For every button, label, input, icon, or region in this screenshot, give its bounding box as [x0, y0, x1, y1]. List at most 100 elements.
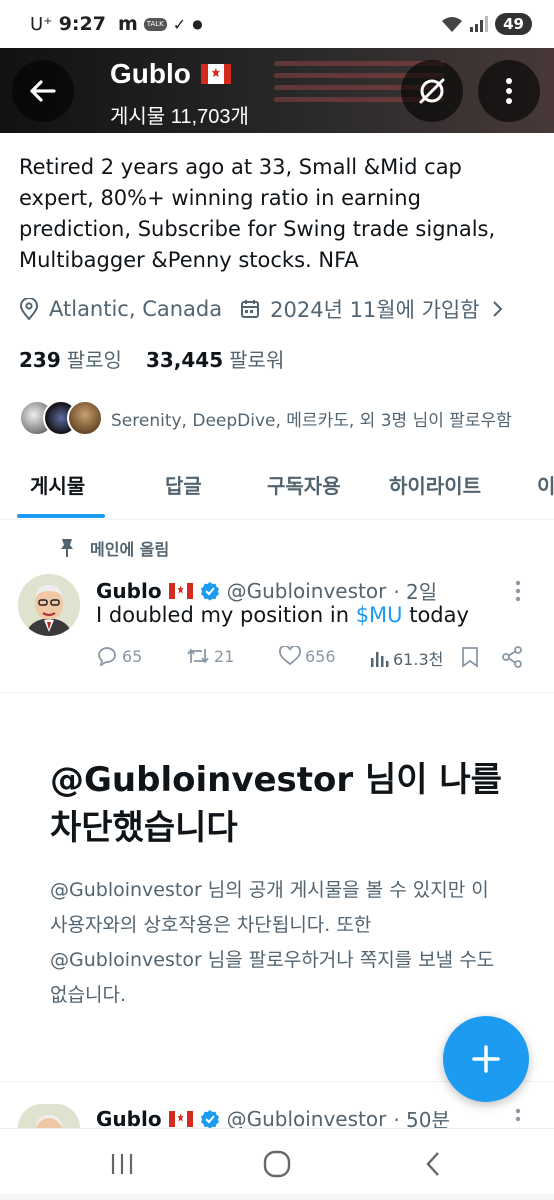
more-vertical-icon [515, 1108, 521, 1122]
battery-indicator: 49 [495, 13, 532, 35]
tab-next[interactable]: 이 [537, 470, 554, 499]
tweet-avatar[interactable] [18, 1104, 80, 1128]
tab-posts[interactable]: 게시물 [30, 470, 85, 499]
avatar [67, 400, 103, 436]
like-count: 656 [305, 646, 336, 666]
divider [0, 692, 554, 693]
join-date[interactable]: 2024년 11월에 가입함 [240, 294, 503, 324]
location-pin-icon [19, 298, 39, 320]
bookmark-button[interactable] [461, 646, 479, 668]
cashtag-link[interactable]: $MU [356, 603, 403, 627]
chevron-left-icon [426, 1152, 439, 1176]
android-nav-bar [0, 1128, 554, 1200]
tweet-handle[interactable]: @Gubloinvestor [227, 1107, 387, 1131]
carrier-label: U⁺ [30, 13, 53, 35]
like-button[interactable]: 656 [279, 646, 336, 666]
share-button[interactable] [501, 646, 523, 668]
tweet-actions: 65 21 656 61.3천 [96, 646, 526, 674]
chevron-right-icon [492, 301, 502, 317]
followers-label: 팔로워 [229, 348, 285, 372]
talk-icon: TALK [143, 17, 167, 31]
profile-meta: Atlantic, Canada 2024년 11월에 가입함 [19, 294, 522, 324]
header-name-text: Gublo [110, 58, 191, 89]
home-button[interactable] [257, 1147, 297, 1181]
tab-subscriptions[interactable]: 구독자용 [267, 470, 341, 499]
tweet-more-button[interactable] [514, 580, 522, 602]
status-right: 49 [441, 13, 532, 35]
reply-count: 65 [122, 646, 143, 666]
active-tab-indicator [17, 514, 105, 518]
retweet-icon [187, 648, 209, 664]
verified-badge-icon [200, 581, 219, 600]
followed-by-text: Serenity, DeepDive, 메르카도, 외 3명 님이 팔로우함 [111, 410, 512, 431]
retweet-count: 21 [214, 646, 235, 666]
followed-by-row[interactable]: Serenity, DeepDive, 메르카도, 외 3명 님이 팔로우함 [19, 400, 512, 436]
location: Atlantic, Canada [19, 297, 222, 321]
back-nav-button[interactable] [413, 1147, 453, 1181]
verified-badge-icon [200, 1109, 219, 1128]
compose-button[interactable] [443, 1016, 529, 1102]
reply-icon [98, 647, 116, 666]
location-text: Atlantic, Canada [49, 297, 223, 321]
views-chart-icon [371, 652, 389, 667]
canada-flag-icon [168, 582, 193, 599]
profile-header: Gublo 게시물 11,703개 [0, 48, 554, 133]
pinned-label: 메인에 올림 [90, 540, 170, 559]
buffett-avatar-icon [18, 574, 80, 636]
more-vertical-icon [506, 78, 512, 104]
tweet-handle[interactable]: @Gubloinvestor [227, 579, 387, 603]
tweet-author-name[interactable]: Gublo [96, 579, 162, 603]
header-posts-count: 게시물 11,703개 [110, 106, 249, 128]
tab-highlights[interactable]: 하이라이트 [389, 470, 481, 499]
content-peek [0, 1194, 554, 1200]
following-label: 팔로잉 [66, 348, 122, 372]
notification-dot-icon: ● [192, 17, 203, 31]
tab-replies[interactable]: 답글 [165, 470, 202, 499]
header-name: Gublo [110, 58, 231, 90]
home-circle-icon [263, 1150, 291, 1178]
wifi-icon [442, 17, 463, 32]
status-bar: U⁺ 9:27 m TALK ✓ ● 49 [0, 0, 554, 48]
buffett-avatar-icon [18, 1104, 80, 1128]
tweet-more-button[interactable] [514, 1108, 522, 1124]
retweet-button[interactable]: 21 [186, 646, 234, 666]
tweet-author-name[interactable]: Gublo [96, 1107, 162, 1131]
canada-flag-icon [168, 1110, 193, 1127]
pinned-indicator: 메인에 올림 [58, 536, 169, 560]
more-options-button[interactable] [478, 60, 540, 122]
calendar-icon [241, 300, 260, 318]
signal-icon [470, 16, 489, 32]
reply-button[interactable]: 65 [96, 646, 142, 666]
follow-stats: 239 팔로잉 33,445 팔로워 [19, 344, 284, 373]
tweet-header: Gublo @Gubloinvestor · 2일 [96, 576, 437, 605]
blocked-title: @Gubloinvestor 님이 나를 차단했습니다 [50, 760, 502, 848]
clock: 9:27 [58, 13, 106, 35]
pin-icon [61, 539, 73, 557]
arrow-left-icon [30, 80, 56, 102]
followers-link[interactable]: 33,445 팔로워 [146, 344, 284, 373]
follower-avatars [19, 400, 103, 436]
grok-button[interactable] [401, 60, 463, 122]
plus-icon [472, 1045, 500, 1073]
back-button[interactable] [12, 60, 74, 122]
following-count: 239 [19, 348, 61, 372]
recent-apps-icon [111, 1154, 133, 1174]
blocked-description: @Gubloinvestor 님의 공개 게시물을 볼 수 있지만 이 사용자와… [50, 879, 495, 1006]
status-left: U⁺ 9:27 m TALK ✓ ● [30, 13, 203, 35]
more-vertical-icon [515, 580, 521, 602]
tweet-text: I doubled my position in $MU today [96, 603, 469, 627]
join-date-text: 2024년 11월에 가입함 [270, 298, 480, 322]
download-check-icon: ✓ [172, 14, 187, 34]
following-link[interactable]: 239 팔로잉 [19, 344, 122, 373]
profile-bio: Retired 2 years ago at 33, Small &Mid ca… [19, 155, 496, 272]
views-count: 61.3천 [393, 650, 444, 669]
recent-apps-button[interactable] [102, 1147, 142, 1181]
grok-icon [419, 78, 445, 104]
tweet-time: · 2일 [393, 580, 438, 604]
tweet-avatar[interactable] [18, 574, 80, 636]
heart-icon [279, 646, 301, 666]
followers-count: 33,445 [145, 348, 224, 372]
profile-tabs: 게시물 답글 구독자용 하이라이트 이 [0, 452, 554, 520]
m-app-icon: m [117, 13, 138, 35]
views-button[interactable]: 61.3천 [369, 646, 443, 670]
